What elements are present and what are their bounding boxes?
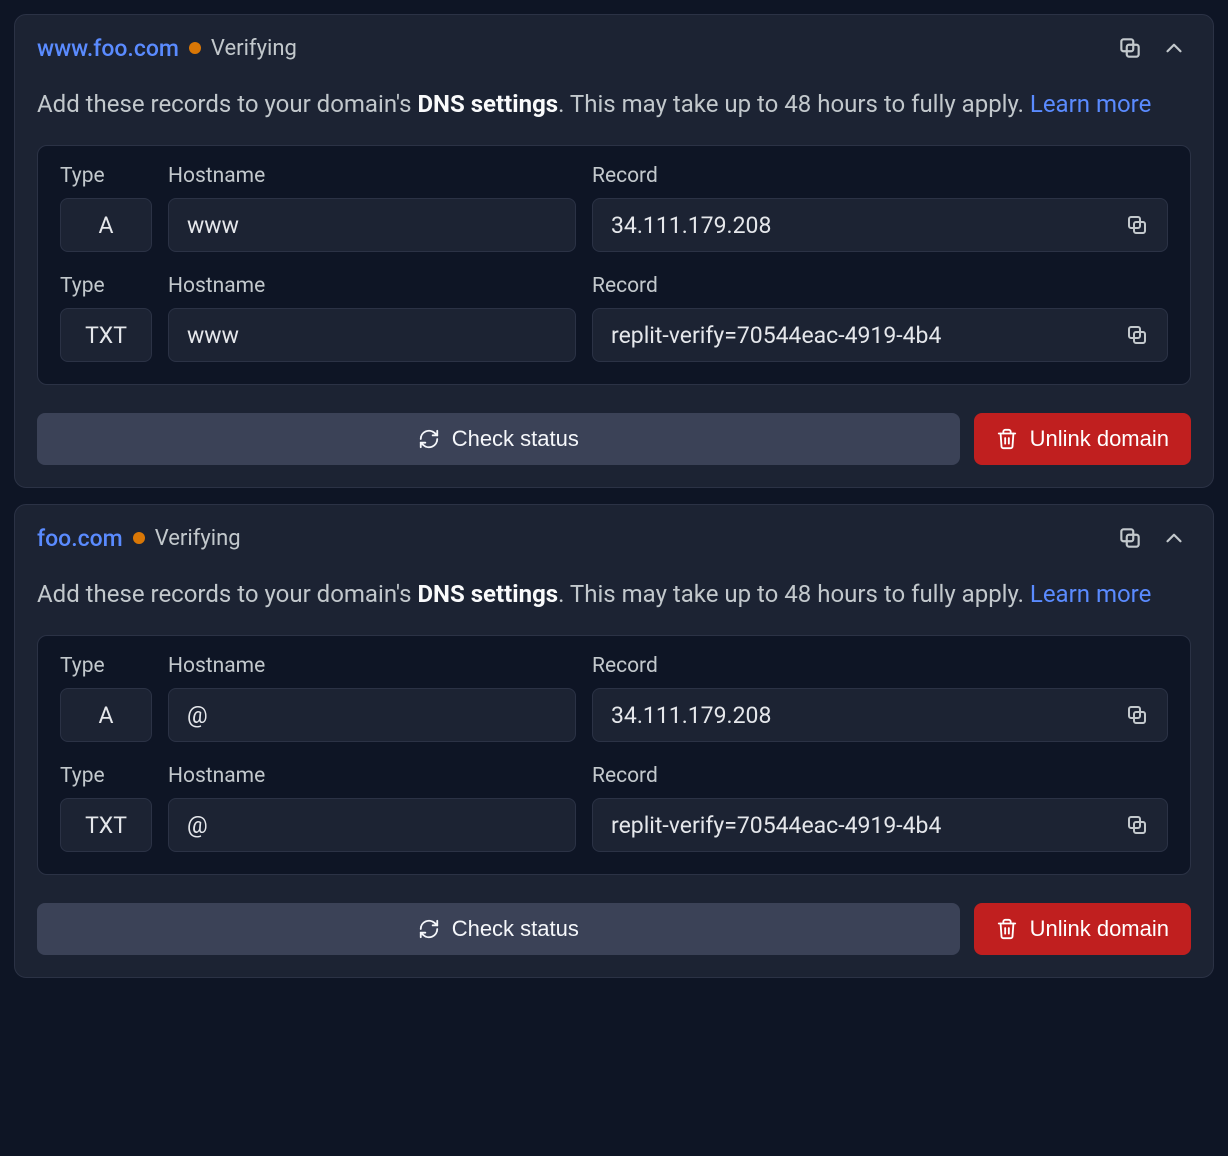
type-value: A (60, 198, 152, 252)
copy-record-button[interactable] (1113, 323, 1149, 347)
hostname-value: www (168, 198, 576, 252)
hostname-label: Hostname (168, 164, 576, 188)
actions-row: Check status Unlink domain (37, 903, 1191, 955)
check-status-button[interactable]: Check status (37, 903, 960, 955)
records-box: Type A Hostname @ Record 34.111.179.208 (37, 635, 1191, 875)
type-value: TXT (60, 308, 152, 362)
instructions-text: Add these records to your domain's DNS s… (37, 83, 1191, 125)
record-label: Record (592, 764, 1168, 788)
collapse-button[interactable] (1157, 521, 1191, 555)
hostname-label: Hostname (168, 654, 576, 678)
type-label: Type (60, 164, 152, 188)
hostname-label: Hostname (168, 764, 576, 788)
record-label: Record (592, 164, 1168, 188)
chevron-up-icon (1161, 525, 1187, 551)
copy-record-button[interactable] (1113, 703, 1149, 727)
card-header: www.foo.com Verifying (37, 31, 1191, 65)
copy-icon (1125, 813, 1149, 837)
learn-more-link[interactable]: Learn more (1030, 90, 1151, 118)
record-label: Record (592, 274, 1168, 298)
status-text: Verifying (155, 526, 241, 551)
records-box: Type A Hostname www Record 34.111.179.20… (37, 145, 1191, 385)
learn-more-link[interactable]: Learn more (1030, 580, 1151, 608)
copy-record-button[interactable] (1113, 813, 1149, 837)
domain-card: www.foo.com Verifying Add these records … (14, 14, 1214, 488)
domain-card: foo.com Verifying Add these records to y… (14, 504, 1214, 978)
domain-link[interactable]: www.foo.com (37, 35, 179, 62)
refresh-icon (418, 428, 440, 450)
collapse-button[interactable] (1157, 31, 1191, 65)
trash-icon (996, 428, 1018, 450)
copy-domain-button[interactable] (1113, 31, 1147, 65)
domain-link[interactable]: foo.com (37, 525, 123, 552)
status-text: Verifying (211, 36, 297, 61)
type-label: Type (60, 654, 152, 678)
copy-icon (1117, 525, 1143, 551)
instructions-text: Add these records to your domain's DNS s… (37, 573, 1191, 615)
hostname-value: @ (168, 688, 576, 742)
record-row: Type TXT Hostname www Record replit-veri… (60, 274, 1168, 362)
check-status-button[interactable]: Check status (37, 413, 960, 465)
record-row: Type A Hostname www Record 34.111.179.20… (60, 164, 1168, 252)
record-value: 34.111.179.208 (592, 688, 1168, 742)
type-label: Type (60, 274, 152, 298)
record-value: replit-verify=70544eac-4919-4b4 (592, 308, 1168, 362)
actions-row: Check status Unlink domain (37, 413, 1191, 465)
copy-icon (1125, 213, 1149, 237)
hostname-label: Hostname (168, 274, 576, 298)
copy-icon (1125, 703, 1149, 727)
record-value: replit-verify=70544eac-4919-4b4 (592, 798, 1168, 852)
type-value: TXT (60, 798, 152, 852)
copy-icon (1125, 323, 1149, 347)
trash-icon (996, 918, 1018, 940)
type-value: A (60, 688, 152, 742)
copy-record-button[interactable] (1113, 213, 1149, 237)
record-row: Type A Hostname @ Record 34.111.179.208 (60, 654, 1168, 742)
status-dot-icon (133, 532, 145, 544)
record-value: 34.111.179.208 (592, 198, 1168, 252)
unlink-domain-button[interactable]: Unlink domain (974, 413, 1191, 465)
record-row: Type TXT Hostname @ Record replit-verify… (60, 764, 1168, 852)
hostname-value: www (168, 308, 576, 362)
record-label: Record (592, 654, 1168, 678)
copy-domain-button[interactable] (1113, 521, 1147, 555)
hostname-value: @ (168, 798, 576, 852)
type-label: Type (60, 764, 152, 788)
unlink-domain-button[interactable]: Unlink domain (974, 903, 1191, 955)
copy-icon (1117, 35, 1143, 61)
refresh-icon (418, 918, 440, 940)
card-header: foo.com Verifying (37, 521, 1191, 555)
chevron-up-icon (1161, 35, 1187, 61)
status-dot-icon (189, 42, 201, 54)
